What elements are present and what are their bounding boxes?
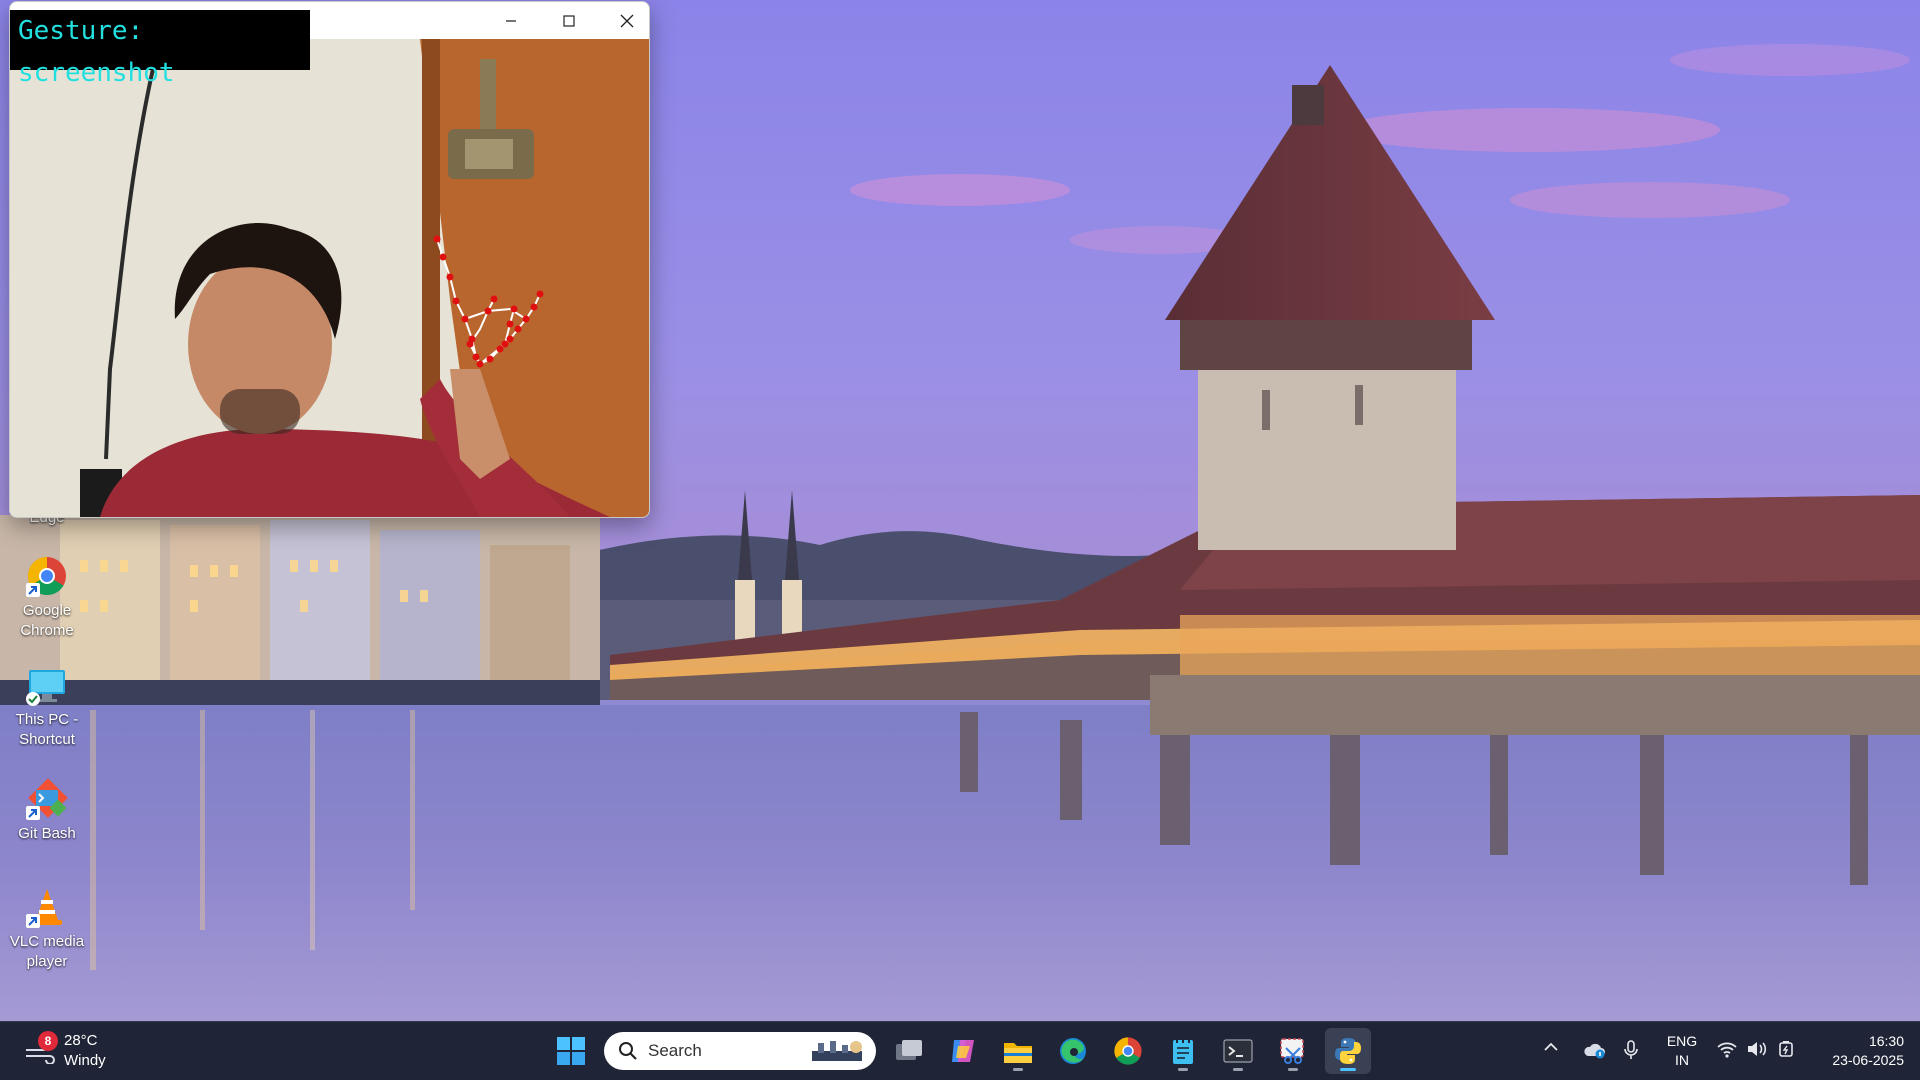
maximize-icon [563,14,575,27]
show-hidden-icons-chevron-icon[interactable] [1542,1040,1560,1054]
clock-date: 23-06-2025 [1832,1052,1904,1068]
running-indicator [1288,1068,1298,1071]
terminal-icon [1223,1039,1253,1063]
wifi-icon[interactable] [1716,1040,1738,1058]
input-language-indicator[interactable]: ENG IN [1664,1032,1700,1070]
desktop-icon-label: Git Bash [18,825,76,842]
search-placeholder: Search [648,1041,702,1060]
python-button[interactable] [1325,1028,1371,1074]
copilot-button[interactable] [940,1028,986,1074]
volume-icon[interactable] [1746,1040,1768,1058]
region-code: IN [1675,1052,1689,1068]
running-indicator [1178,1068,1188,1071]
search-highlight-icon [812,1041,862,1061]
shortcut-arrow-icon [26,914,40,928]
monitor-icon [26,664,68,706]
windows-logo-icon [557,1037,585,1065]
folder-icon [1004,1043,1032,1063]
clock-time: 16:30 [1868,1033,1904,1049]
chrome-icon [1114,1037,1142,1065]
file-explorer-button[interactable] [995,1028,1041,1074]
notepad-icon [1173,1037,1193,1064]
terminal-button[interactable] [1215,1028,1261,1074]
camera-window[interactable]: Gesture: screenshot [9,1,650,518]
running-indicator [1013,1068,1023,1071]
shortcut-arrow-icon [26,583,40,597]
edge-icon [1060,1038,1086,1064]
minimize-button[interactable] [482,2,540,39]
copilot-icon [952,1040,974,1062]
desktop-icon-google-chrome[interactable]: Google Chrome [8,555,86,641]
taskbar: 8 28°C Windy Search ENG IN 16:30 23-06-2… [0,1021,1920,1080]
python-icon [1335,1038,1361,1064]
maximize-button[interactable] [540,2,598,39]
close-icon [620,14,634,27]
snipping-tool-button[interactable] [1270,1028,1316,1074]
running-indicator [1233,1068,1243,1071]
shortcut-arrow-icon [26,692,40,706]
desktop-icon-git-bash[interactable]: Git Bash [8,778,86,844]
git-bash-icon [26,778,68,820]
notepad-button[interactable] [1160,1028,1206,1074]
weather-widget[interactable]: 8 28°C Windy [20,1030,140,1072]
gesture-status-label: Gesture: screenshot [10,10,310,88]
microphone-icon[interactable] [1622,1039,1640,1061]
desktop-icon-vlc[interactable]: VLC media player [8,886,86,972]
chrome-icon [26,555,68,597]
battery-charging-icon[interactable] [1776,1040,1798,1058]
weather-temperature: 28°C [64,1032,98,1049]
taskbar-clock[interactable]: 16:30 23-06-2025 [1808,1032,1904,1070]
start-button[interactable] [548,1028,594,1074]
task-view-button[interactable] [886,1028,932,1074]
desktop-icon-label: Google Chrome [20,602,74,639]
camera-feed [10,39,649,517]
desktop-icon-this-pc[interactable]: This PC - Shortcut [8,664,86,750]
minimize-icon [506,19,516,22]
search-icon [619,1042,637,1060]
chrome-button[interactable] [1105,1028,1151,1074]
vlc-cone-icon [26,886,68,928]
taskbar-search-box[interactable]: Search [604,1032,876,1070]
onedrive-cloud-icon[interactable] [1582,1040,1606,1060]
language-code: ENG [1666,1033,1698,1049]
desktop-icon-label: This PC - Shortcut [15,711,79,748]
weather-notification-badge: 8 [38,1031,58,1051]
running-indicator [1340,1068,1356,1071]
close-button[interactable] [598,2,649,39]
desktop-icon-label: VLC media player [9,933,85,970]
snipping-tool-icon [1280,1038,1304,1064]
edge-button[interactable] [1050,1028,1096,1074]
shortcut-arrow-icon [26,806,40,820]
weather-condition: Windy [64,1052,106,1069]
task-view-icon [896,1040,922,1060]
